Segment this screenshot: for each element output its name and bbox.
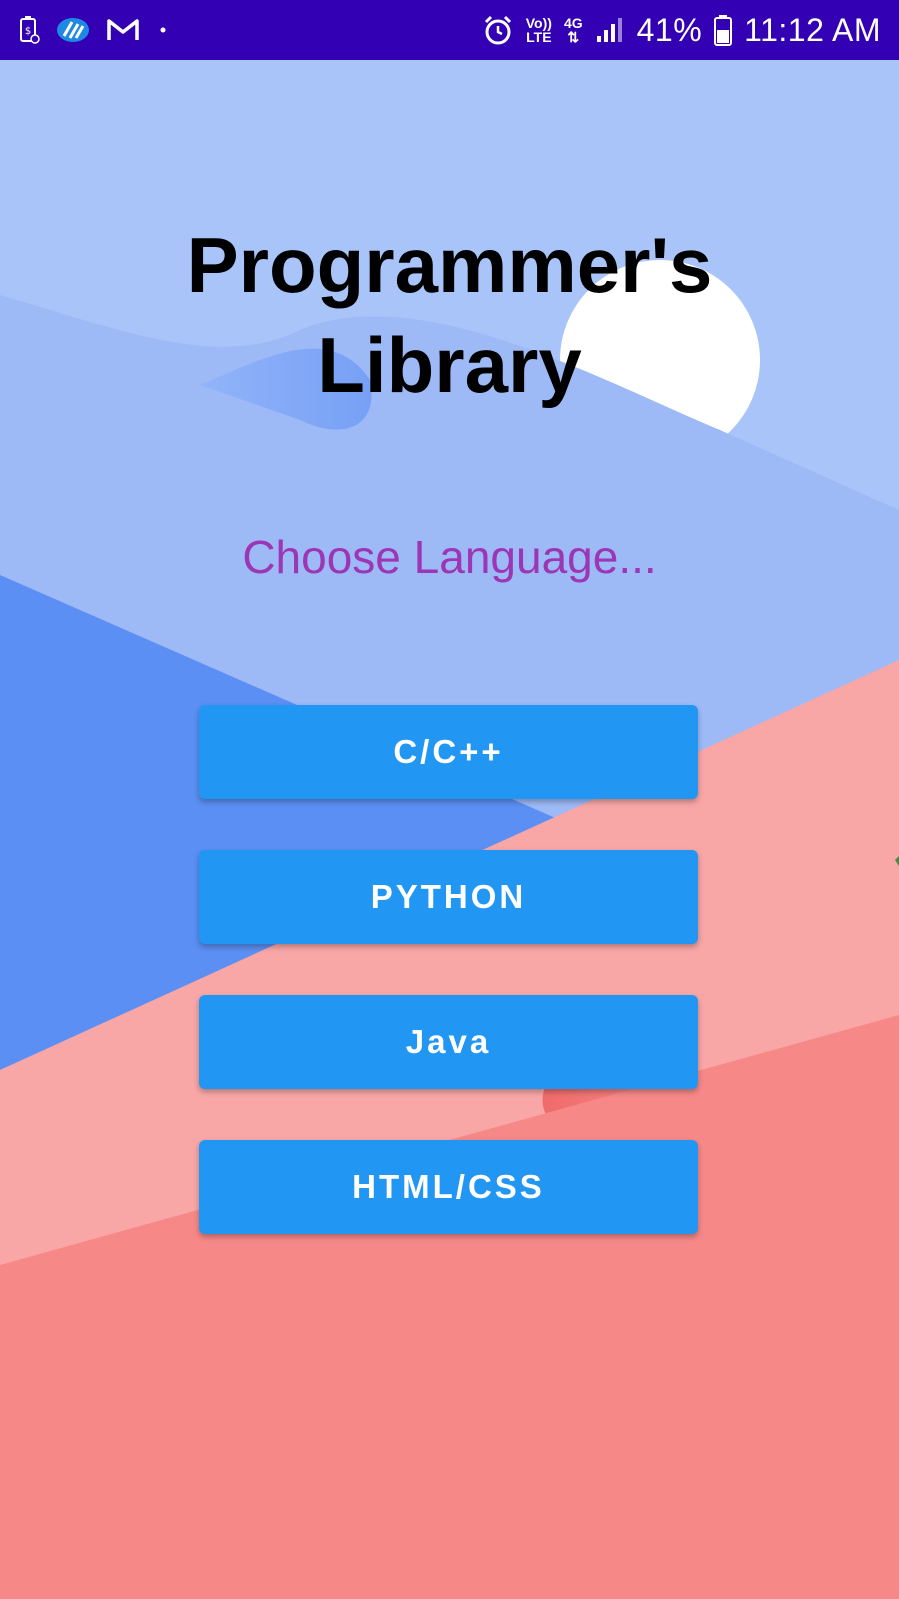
app-screen: $ Vo)) LTE 4G ⇅ 41% 11:12 AM Programmer'… (0, 0, 899, 1599)
html-css-button[interactable]: HTML/CSS (199, 1140, 698, 1234)
signal-icon (595, 16, 625, 44)
volte-top-label: Vo)) (525, 15, 552, 31)
c-cpp-button[interactable]: C/C++ (199, 705, 698, 799)
volte-bottom-label: LTE (526, 29, 552, 45)
battery-saver-icon: $ (18, 15, 40, 45)
battery-icon (714, 14, 733, 46)
choose-language-label: Choose Language... (242, 531, 657, 583)
app-icon (56, 16, 90, 44)
status-bar-right: Vo)) LTE 4G ⇅ 41% 11:12 AM (482, 0, 881, 60)
python-button[interactable]: PYTHON (199, 850, 698, 944)
gmail-icon (106, 16, 140, 44)
network-type-label: 4G (563, 15, 583, 31)
volte-indicator: Vo)) LTE (526, 16, 552, 44)
app-title-line2: Library (317, 321, 582, 409)
status-bar-left: $ (18, 0, 170, 60)
status-time: 11:12 AM (744, 11, 881, 48)
notification-dot-icon (156, 23, 170, 37)
data-arrows-icon: ⇅ (567, 29, 580, 45)
battery-percent: 41% (636, 11, 703, 48)
network-type-indicator: 4G ⇅ (564, 16, 583, 44)
java-button[interactable]: Java (199, 995, 698, 1089)
status-bar: $ Vo)) LTE 4G ⇅ 41% 11:12 AM (0, 0, 899, 60)
svg-text:$: $ (25, 26, 31, 37)
app-title-line1: Programmer's (186, 221, 713, 309)
app-title: Programmer's Library (0, 215, 899, 415)
alarm-icon (482, 14, 514, 46)
